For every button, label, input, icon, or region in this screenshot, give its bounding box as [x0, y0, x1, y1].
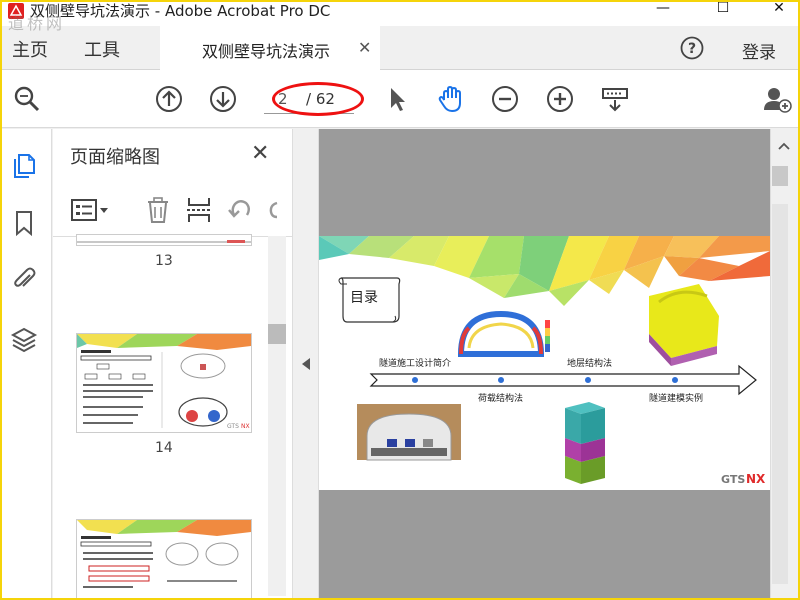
thumbnail-options-icon[interactable]: [69, 195, 113, 225]
title-bar: 道桥网 双侧壁导坑法演示 - Adobe Acrobat Pro DC — ☐ …: [0, 0, 800, 33]
panel-splitter[interactable]: [292, 129, 319, 600]
main-toolbar: 2 / 62: [0, 70, 800, 128]
timeline-label-3: 地层结构法: [567, 359, 613, 369]
panel-title: 页面缩略图: [70, 147, 160, 168]
navigation-pane: [0, 129, 52, 600]
thumbnails-panel: 页面缩略图 ✕ 13 GTS NX 14: [53, 129, 292, 600]
watermark-text: 道桥网: [8, 14, 66, 33]
close-tab-button[interactable]: ✕: [358, 38, 371, 57]
hand-tool-icon[interactable]: [436, 84, 466, 114]
document-tab-label: 双侧壁导坑法演示: [202, 42, 331, 61]
undo-icon[interactable]: [225, 195, 255, 225]
timeline-label-4: 隧道建模实例: [649, 394, 704, 404]
thumbnail-14-preview: GTS NX: [77, 334, 251, 430]
maximize-button[interactable]: ☐: [700, 0, 746, 20]
svg-text:?: ?: [688, 41, 696, 57]
nx-logo-text: NX: [746, 472, 766, 486]
bookmark-icon[interactable]: [10, 209, 38, 237]
zoom-out-icon[interactable]: [490, 84, 520, 114]
thumbnail-15-preview: [77, 520, 251, 588]
tab-bar: 主页 工具 双侧壁导坑法演示 ✕ ? 登录: [0, 26, 800, 70]
thumbnail-label: 14: [155, 440, 173, 456]
panel-toolbar: [53, 187, 292, 237]
help-icon[interactable]: ?: [680, 36, 704, 60]
search-zoom-icon[interactable]: [12, 84, 42, 114]
thumbnail-page-14[interactable]: GTS NX: [77, 334, 251, 432]
page-up-icon[interactable]: [154, 84, 184, 114]
scrollbar-track[interactable]: [772, 204, 788, 584]
gts-logo-text: GTS: [721, 473, 746, 486]
page-display-icon[interactable]: [600, 84, 630, 114]
thumbnail-label: 13: [155, 253, 173, 269]
panel-scrollbar-thumb[interactable]: [268, 324, 286, 344]
login-button[interactable]: 登录: [742, 38, 776, 63]
toc-title: 目录: [350, 290, 378, 306]
scroll-up-arrow-icon[interactable]: [777, 141, 791, 151]
page-down-icon[interactable]: [208, 84, 238, 114]
minimize-button[interactable]: —: [640, 0, 686, 20]
scrollbar-thumb[interactable]: [772, 166, 788, 186]
annotation-highlight-ellipse: [272, 82, 364, 116]
delete-icon[interactable]: [143, 195, 173, 225]
window-title: 双侧壁导坑法演示 - Adobe Acrobat Pro DC: [30, 2, 331, 20]
timeline-label-1: 隧道施工设计简介: [379, 359, 452, 369]
layers-icon[interactable]: [10, 325, 38, 353]
panel-scrollbar[interactable]: [268, 236, 286, 596]
zoom-in-icon[interactable]: [545, 84, 575, 114]
close-window-button[interactable]: ✕: [756, 0, 800, 20]
tab-home[interactable]: 主页: [12, 36, 48, 62]
svg-text:NX: NX: [241, 423, 250, 430]
select-cursor-icon[interactable]: [382, 84, 412, 114]
document-page: 目录 隧道施工设计简介 地层结构法 荷载结构法 隧道建模实例 GTS NX: [319, 236, 770, 490]
thumbnail-page-13[interactable]: [77, 235, 251, 245]
attachment-icon[interactable]: [10, 265, 38, 293]
tab-document[interactable]: 双侧壁导坑法演示 ✕: [160, 26, 380, 70]
page-thumbnails-icon[interactable]: [10, 151, 38, 179]
close-panel-button[interactable]: ✕: [251, 141, 269, 166]
insert-page-icon[interactable]: [184, 195, 214, 225]
svg-text:GTS: GTS: [227, 423, 239, 430]
share-user-icon[interactable]: [762, 84, 792, 114]
thumbnail-page-15[interactable]: [77, 520, 251, 600]
tab-tools[interactable]: 工具: [84, 36, 120, 62]
collapse-arrow-icon[interactable]: [301, 357, 311, 371]
timeline-label-2: 荷载结构法: [478, 394, 524, 404]
redo-icon[interactable]: [265, 195, 285, 225]
